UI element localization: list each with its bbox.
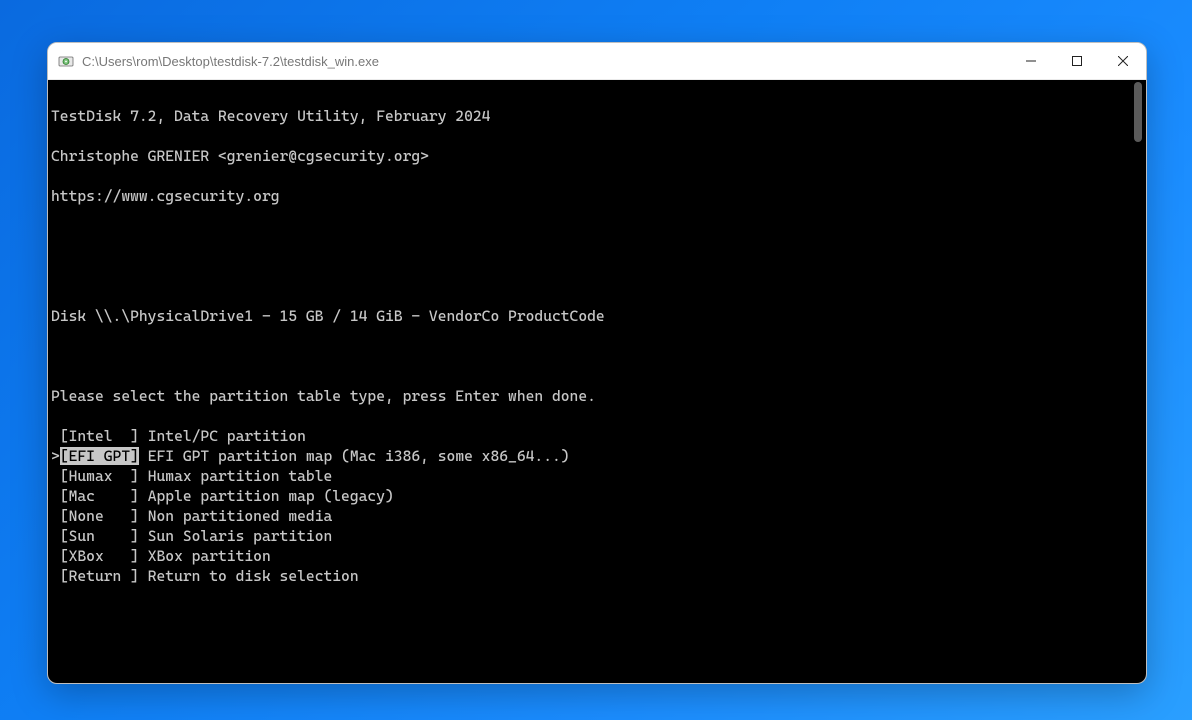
menu-marker <box>51 467 60 485</box>
terminal-output[interactable]: TestDisk 7.2, Data Recovery Utility, Feb… <box>48 80 1146 683</box>
app-window: C:\Users\rom\Desktop\testdisk-7.2\testdi… <box>47 42 1147 684</box>
header-line: Christophe GRENIER <grenier@cgsecurity.o… <box>48 146 1146 166</box>
window-controls <box>1008 43 1146 79</box>
blank-line <box>48 266 1146 286</box>
close-button[interactable] <box>1100 43 1146 79</box>
menu-desc: Apple partition map (legacy) <box>139 487 394 505</box>
menu-marker <box>51 487 60 505</box>
prompt-line: Please select the partition table type, … <box>48 386 1146 406</box>
menu-label: [EFI GPT] <box>60 447 139 465</box>
menu-desc: EFI GPT partition map (Mac i386, some x8… <box>139 447 570 465</box>
menu-label: [Mac ] <box>60 487 139 505</box>
menu-item[interactable]: [Intel ] Intel/PC partition <box>48 426 1146 446</box>
scrollbar-thumb[interactable] <box>1134 82 1142 142</box>
menu-item[interactable]: [Mac ] Apple partition map (legacy) <box>48 486 1146 506</box>
menu-desc: Intel/PC partition <box>139 427 306 445</box>
menu-item[interactable]: [XBox ] XBox partition <box>48 546 1146 566</box>
window-title: C:\Users\rom\Desktop\testdisk-7.2\testdi… <box>82 54 1008 69</box>
minimize-button[interactable] <box>1008 43 1054 79</box>
menu-item[interactable]: [Return ] Return to disk selection <box>48 566 1146 586</box>
menu-label: [Intel ] <box>60 427 139 445</box>
menu-desc: Humax partition table <box>139 467 332 485</box>
menu-item[interactable]: >[EFI GPT] EFI GPT partition map (Mac i3… <box>48 446 1146 466</box>
scrollbar[interactable] <box>1132 82 1144 681</box>
header-line: TestDisk 7.2, Data Recovery Utility, Feb… <box>48 106 1146 126</box>
blank-line <box>48 346 1146 366</box>
menu-marker <box>51 427 60 445</box>
menu-item[interactable]: [None ] Non partitioned media <box>48 506 1146 526</box>
header-line: https://www.cgsecurity.org <box>48 186 1146 206</box>
menu-desc: XBox partition <box>139 547 271 565</box>
menu-label: [Return ] <box>60 567 139 585</box>
menu-desc: Non partitioned media <box>139 507 332 525</box>
menu-label: [None ] <box>60 507 139 525</box>
menu-marker <box>51 527 60 545</box>
blank-line <box>48 646 1146 666</box>
menu-desc: Sun Solaris partition <box>139 527 332 545</box>
disk-line: Disk \\.\PhysicalDrive1 - 15 GB / 14 GiB… <box>48 306 1146 326</box>
terminal-area: TestDisk 7.2, Data Recovery Utility, Feb… <box>48 80 1146 683</box>
menu-label: [Humax ] <box>60 467 139 485</box>
menu-marker <box>51 507 60 525</box>
menu-desc: Return to disk selection <box>139 567 359 585</box>
titlebar[interactable]: C:\Users\rom\Desktop\testdisk-7.2\testdi… <box>48 43 1146 80</box>
blank-line <box>48 226 1146 246</box>
maximize-button[interactable] <box>1054 43 1100 79</box>
menu-marker: > <box>51 447 60 465</box>
menu-item[interactable]: [Humax ] Humax partition table <box>48 466 1146 486</box>
menu-marker <box>51 547 60 565</box>
menu-item[interactable]: [Sun ] Sun Solaris partition <box>48 526 1146 546</box>
menu-label: [XBox ] <box>60 547 139 565</box>
menu-label: [Sun ] <box>60 527 139 545</box>
app-icon <box>58 53 74 69</box>
menu-marker <box>51 567 60 585</box>
blank-line <box>48 606 1146 626</box>
